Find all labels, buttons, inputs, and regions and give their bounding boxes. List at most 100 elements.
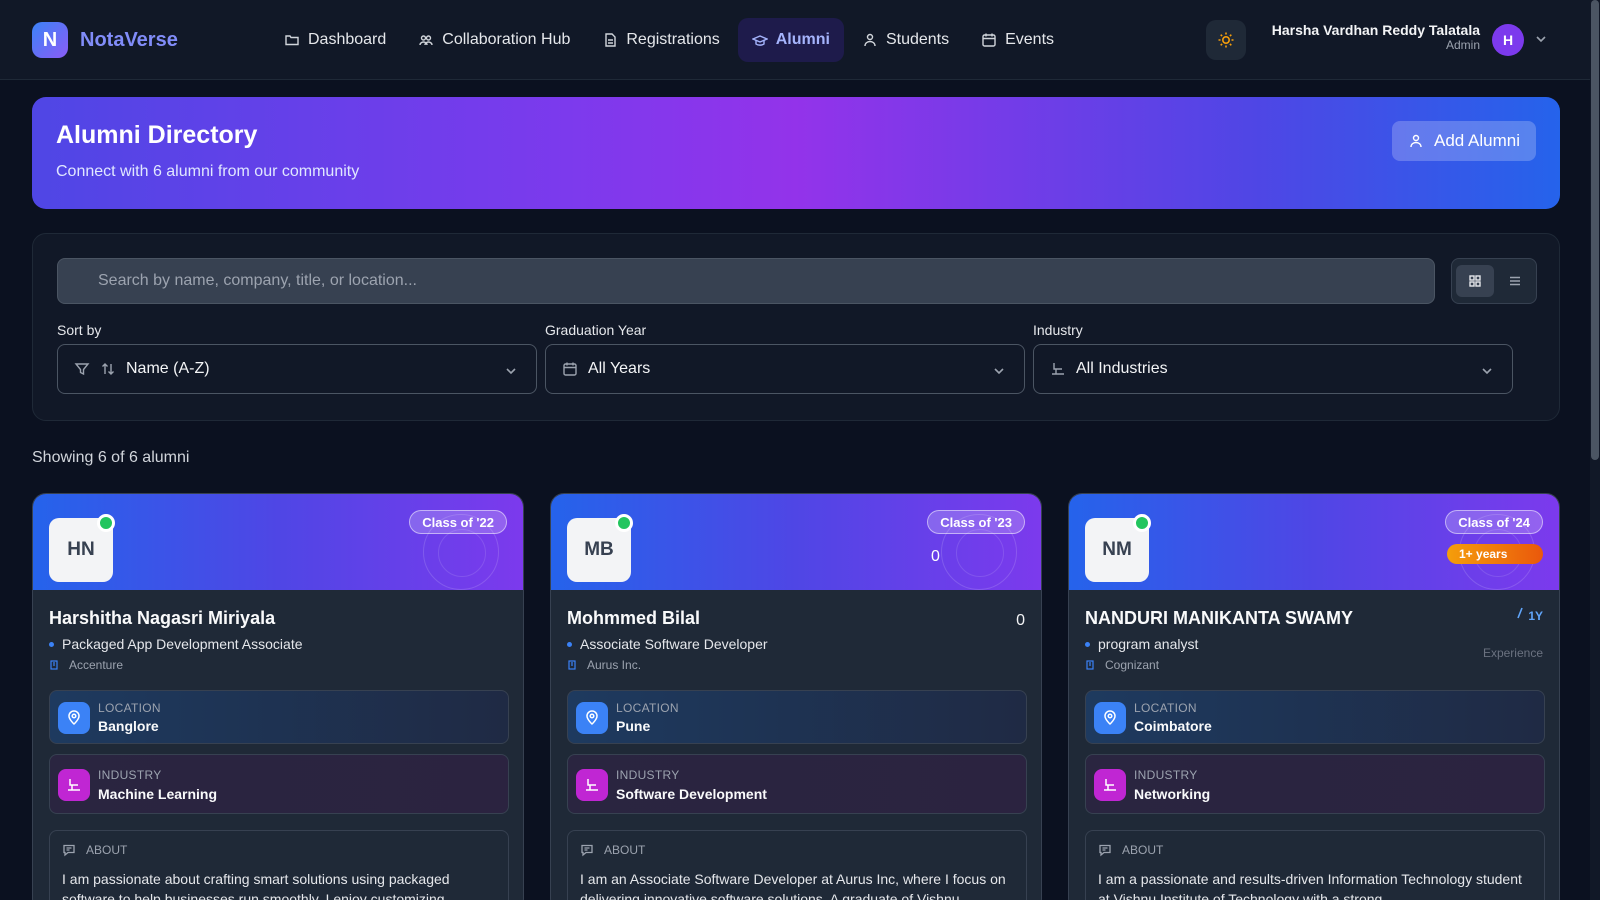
industry-icon <box>1094 769 1126 801</box>
building-icon <box>1086 660 1094 670</box>
industry-value: All Industries <box>1076 360 1168 377</box>
user-icon <box>864 33 876 47</box>
page-title: Alumni Directory <box>56 121 258 149</box>
alumni-name[interactable]: NANDURI MANIKANTA SWAMY <box>1085 608 1353 629</box>
nav-label: Events <box>1005 31 1055 48</box>
year-select[interactable]: All Years <box>545 344 1025 394</box>
location-pin-icon <box>1094 702 1126 734</box>
filter-panel: Search by name, company, title, or locat… <box>32 233 1560 421</box>
card-header: NM Class of '24 1+ years <box>1069 494 1559 590</box>
sort-value: Name (A-Z) <box>126 360 210 377</box>
chevron-down-icon <box>994 368 1004 375</box>
building-icon <box>568 660 576 670</box>
alumni-role: program analyst <box>1085 636 1198 652</box>
add-alumni-button[interactable]: Add Alumni <box>1392 121 1536 161</box>
logo-mark: N <box>32 22 68 58</box>
grid-view-button[interactable] <box>1456 265 1494 297</box>
nav-students[interactable]: Students <box>848 18 963 62</box>
year-label: Graduation Year <box>545 322 647 338</box>
avatar[interactable]: H <box>1492 24 1524 56</box>
scrollbar-thumb[interactable] <box>1591 0 1599 460</box>
industry-box: INDUSTRY Machine Learning <box>49 754 509 814</box>
online-status-dot <box>615 514 633 532</box>
user-plus-icon <box>1410 134 1422 148</box>
industry-key: INDUSTRY <box>1134 768 1198 782</box>
location-value: Coimbatore <box>1134 718 1212 734</box>
folder-icon <box>285 35 299 46</box>
online-status-dot <box>1133 514 1151 532</box>
search-input[interactable]: Search by name, company, title, or locat… <box>57 258 1435 304</box>
alumni-card[interactable]: NM Class of '24 1+ years NANDURI MANIKAN… <box>1068 493 1560 900</box>
alumni-card[interactable]: MB Class of '23 0 Mohmmed Bilal 0 Associ… <box>550 493 1042 900</box>
app-logo[interactable]: N NotaVerse <box>32 22 178 58</box>
industry-box: INDUSTRY Networking <box>1085 754 1545 814</box>
graduation-icon <box>751 35 768 46</box>
calendar-icon <box>563 362 577 376</box>
about-box: ABOUT I am an Associate Software Develop… <box>567 830 1027 900</box>
message-icon <box>581 844 593 857</box>
nav-dashboard[interactable]: Dashboard <box>270 18 400 62</box>
theme-toggle-button[interactable] <box>1206 20 1246 60</box>
nav-label: Students <box>885 31 950 48</box>
bullet-dot <box>49 641 54 647</box>
user-info[interactable]: Harsha Vardhan Reddy Talatala Admin <box>1262 22 1480 52</box>
bullet-dot <box>1085 641 1090 647</box>
sort-select[interactable]: Name (A-Z) <box>57 344 537 394</box>
trend-icon <box>1517 607 1523 619</box>
chevron-down-icon <box>1482 368 1492 375</box>
online-status-dot <box>97 514 115 532</box>
nav-collaboration-hub[interactable]: Collaboration Hub <box>404 18 584 62</box>
class-badge: Class of '23 <box>927 510 1025 534</box>
industry-key: INDUSTRY <box>98 768 162 782</box>
nav-alumni[interactable]: Alumni <box>737 18 844 62</box>
location-pin-icon <box>576 702 608 734</box>
alumni-name[interactable]: Harshitha Nagasri Miriyala <box>49 608 275 629</box>
scrollbar[interactable] <box>1590 0 1600 900</box>
role-text: Packaged App Development Associate <box>62 636 303 652</box>
users-icon <box>419 35 433 46</box>
industry-value: Machine Learning <box>98 786 218 802</box>
add-alumni-label: Add Alumni <box>1434 131 1520 150</box>
company-text: Cognizant <box>1105 658 1160 672</box>
location-box: LOCATION Banglore <box>49 690 509 744</box>
filter-icon <box>74 363 90 376</box>
bullet-dot <box>567 641 572 647</box>
page-subtitle: Connect with 6 alumni from our community <box>56 163 360 180</box>
experience-value: 1Y <box>1515 606 1543 623</box>
about-key: ABOUT <box>86 843 128 857</box>
chevron-down-icon[interactable] <box>1534 32 1548 46</box>
about-key: ABOUT <box>604 843 646 857</box>
alumni-role: Packaged App Development Associate <box>49 636 303 652</box>
experience-label: Experience <box>1482 646 1543 660</box>
industry-select[interactable]: All Industries <box>1033 344 1513 394</box>
location-key: LOCATION <box>1134 701 1197 715</box>
class-badge: Class of '22 <box>409 510 507 534</box>
user-role: Admin <box>1445 38 1480 52</box>
nav-label: Registrations <box>626 31 720 48</box>
nav-events[interactable]: Events <box>967 18 1068 62</box>
location-box: LOCATION Coimbatore <box>1085 690 1545 744</box>
location-pin-icon <box>58 702 90 734</box>
experience-badge: 1+ years <box>1447 544 1543 564</box>
list-view-button[interactable] <box>1496 265 1534 297</box>
about-header: ABOUT <box>1098 843 1163 857</box>
alumni-company: Cognizant <box>1085 658 1159 672</box>
alumni-role: Associate Software Developer <box>567 636 768 652</box>
industry-key: INDUSTRY <box>616 768 680 782</box>
alumni-name[interactable]: Mohmmed Bilal <box>567 608 700 629</box>
industry-value: Networking <box>1134 786 1211 802</box>
result-count: Showing 6 of 6 alumni <box>32 449 190 466</box>
main-nav: Dashboard Collaboration Hub Registration… <box>270 18 1068 62</box>
alumni-card[interactable]: HN Class of '22 Harshitha Nagasri Miriya… <box>32 493 524 900</box>
sort-arrows-icon <box>102 363 114 375</box>
about-header: ABOUT <box>62 843 127 857</box>
sort-label: Sort by <box>57 322 102 338</box>
nav-registrations[interactable]: Registrations <box>588 18 733 62</box>
card-header: MB Class of '23 0 <box>551 494 1041 590</box>
about-header: ABOUT <box>580 843 645 857</box>
card-header: HN Class of '22 <box>33 494 523 590</box>
experience-years: 1Y <box>1528 609 1543 623</box>
location-box: LOCATION Pune <box>567 690 1027 744</box>
building-icon <box>50 660 58 670</box>
side-count: 0 <box>1016 612 1025 629</box>
